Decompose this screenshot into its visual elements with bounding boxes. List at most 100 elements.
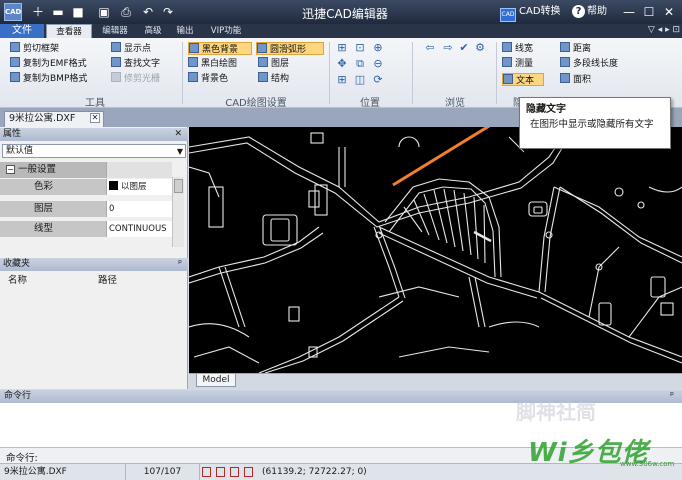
close-icon[interactable]: ✕ bbox=[660, 3, 678, 21]
app-title: 迅捷CAD编辑器 bbox=[302, 7, 388, 21]
grid-icon[interactable] bbox=[216, 467, 225, 477]
smooth-arcs-icon bbox=[257, 43, 267, 53]
tab-vip[interactable]: VIP功能 bbox=[204, 24, 248, 38]
document-tab-label: 9米拉公寓.DXF bbox=[9, 113, 76, 124]
cut-frame-button[interactable]: 剪切框架 bbox=[10, 42, 59, 55]
polar-icon[interactable] bbox=[244, 467, 253, 477]
structure-icon bbox=[258, 72, 268, 82]
group-label-tools: 工具 bbox=[85, 98, 105, 109]
favorites-column-name[interactable]: 名称 bbox=[8, 274, 27, 288]
command-header-label: 命令行 bbox=[4, 391, 32, 401]
properties-select-value: 默认值 bbox=[6, 146, 34, 156]
close-icon[interactable]: ✕ bbox=[90, 113, 100, 123]
print-icon[interactable]: ⎙ bbox=[118, 4, 134, 20]
property-key: 线型 bbox=[34, 223, 54, 234]
maximize-icon[interactable]: ☐ bbox=[640, 3, 658, 21]
pin-icon[interactable]: ᵖ bbox=[178, 258, 182, 271]
show-points-button[interactable]: 显示点 bbox=[111, 42, 151, 55]
property-value[interactable]: 0 bbox=[106, 201, 172, 217]
scrollbar-thumb[interactable] bbox=[174, 179, 183, 193]
group-label-browse: 浏览 bbox=[445, 98, 465, 109]
property-row[interactable]: 线型 CONTINUOUS bbox=[0, 221, 172, 237]
minimize-icon[interactable]: — bbox=[620, 3, 638, 21]
model-tab-bar bbox=[189, 373, 682, 389]
save-icon[interactable]: ■ bbox=[70, 4, 86, 20]
zoom-in-icon[interactable]: ⊕ bbox=[372, 42, 384, 54]
background-color-button[interactable]: 背景色 bbox=[188, 72, 228, 85]
zoom-window-icon[interactable]: ⊡ bbox=[354, 42, 366, 54]
zoom-out-icon[interactable]: ⊖ bbox=[372, 58, 384, 70]
back-arrow-icon[interactable]: ⇦ bbox=[424, 42, 436, 54]
tab-advanced[interactable]: 高级 bbox=[138, 24, 168, 38]
watermark-url: www.306w.com bbox=[620, 460, 675, 468]
tab-editor[interactable]: 编辑器 bbox=[94, 24, 136, 38]
property-key: 色彩 bbox=[34, 181, 54, 192]
ortho-icon[interactable] bbox=[230, 467, 239, 477]
group-separator bbox=[182, 42, 183, 104]
save-as-icon[interactable]: ▣ bbox=[96, 4, 112, 20]
command-input-label: 命令行: bbox=[6, 453, 38, 464]
open-folder-icon[interactable]: ▬ bbox=[50, 4, 66, 20]
favorites-column-path[interactable]: 路径 bbox=[98, 274, 117, 288]
black-background-toggle[interactable]: 黑色背景 bbox=[188, 42, 252, 55]
cad-convert-button[interactable]: CAD CAD转换 bbox=[500, 4, 566, 22]
polyline-length-button[interactable]: 多段线长度 bbox=[560, 57, 618, 70]
smooth-arcs-toggle[interactable]: 圆滑弧形 bbox=[256, 42, 324, 55]
3d-orbit-icon[interactable]: ◫ bbox=[354, 74, 366, 86]
group-label-position: 位置 bbox=[360, 98, 380, 109]
zoom-extents-icon[interactable]: ⊞ bbox=[336, 42, 348, 54]
forward-arrow-icon[interactable]: ⇨ bbox=[442, 42, 454, 54]
copy-emf-button[interactable]: 复制为EMF格式 bbox=[10, 57, 87, 70]
model-tab[interactable]: Model bbox=[196, 374, 236, 387]
watermark-logo: Wi乡包佬 www.306w.com bbox=[528, 432, 676, 468]
black-white-drawing-button[interactable]: 黑白绘图 bbox=[188, 57, 237, 70]
properties-scrollbar[interactable] bbox=[172, 177, 184, 247]
snap-icon[interactable] bbox=[202, 467, 211, 477]
floor-plan-drawing bbox=[189, 127, 682, 373]
tooltip-body: 在图形中显示或隐藏所有文字 bbox=[530, 119, 654, 130]
tooltip-title: 隐藏文字 bbox=[526, 104, 566, 115]
pan-icon[interactable]: ✥ bbox=[336, 58, 348, 70]
measure-button[interactable]: 测量 bbox=[502, 57, 533, 70]
fit-icon[interactable]: ⧉ bbox=[354, 58, 366, 70]
rotate-icon[interactable]: ⟳ bbox=[372, 74, 384, 86]
property-row[interactable]: 色彩 以图层 bbox=[0, 179, 172, 195]
status-pages: 107/107 bbox=[126, 464, 200, 480]
drawing-canvas[interactable] bbox=[189, 127, 682, 373]
undo-icon[interactable]: ↶ bbox=[140, 4, 156, 20]
grid-view-icon[interactable]: ⊞ bbox=[336, 74, 348, 86]
settings-icon[interactable]: ⚙ bbox=[474, 42, 486, 54]
check-icon[interactable]: ✔ bbox=[458, 42, 470, 54]
status-file: 9米拉公寓.DXF bbox=[0, 464, 126, 480]
show-points-icon bbox=[111, 42, 121, 52]
ribbon-controls[interactable]: ▽ ◂ ▸ ⊡ bbox=[614, 25, 680, 37]
status-coordinates: (61139.2; 72722.27; 0) bbox=[262, 467, 367, 477]
help-icon: ? bbox=[572, 5, 585, 18]
close-icon[interactable]: ✕ bbox=[174, 128, 182, 141]
text-toggle[interactable]: 文本 bbox=[502, 73, 544, 86]
property-section-general[interactable]: − 一般设置 bbox=[0, 162, 172, 178]
collapse-icon[interactable]: − bbox=[6, 165, 15, 174]
properties-select[interactable]: 默认值 ▼ bbox=[2, 144, 186, 158]
distance-button[interactable]: 距离 bbox=[560, 42, 591, 55]
redo-icon[interactable]: ↷ bbox=[160, 4, 176, 20]
line-width-button[interactable]: 线宽 bbox=[502, 42, 533, 55]
tooltip-hide-text: 隐藏文字 在图形中显示或隐藏所有文字 bbox=[519, 97, 671, 149]
copy-bmp-button[interactable]: 复制为BMP格式 bbox=[10, 72, 87, 85]
find-text-button[interactable]: 查找文字 bbox=[111, 57, 160, 70]
tab-viewer[interactable]: 查看器 bbox=[46, 24, 92, 38]
area-button[interactable]: 面积 bbox=[560, 73, 591, 86]
property-row[interactable]: 图层 0 bbox=[0, 201, 172, 217]
structure-button[interactable]: 结构 bbox=[258, 72, 289, 85]
property-value[interactable]: 以图层 bbox=[106, 179, 172, 195]
layers-button[interactable]: 图层 bbox=[258, 57, 289, 70]
tab-file[interactable]: 文件 bbox=[0, 24, 44, 38]
favorites-title: 收藏夹 bbox=[3, 259, 31, 269]
annotation-arrow bbox=[392, 127, 491, 187]
tab-output[interactable]: 输出 bbox=[170, 24, 200, 38]
new-file-icon[interactable]: ＋ bbox=[30, 4, 46, 20]
help-button[interactable]: ? 帮助 bbox=[572, 4, 616, 20]
trim-raster-button[interactable]: 修剪光栅 bbox=[111, 72, 160, 85]
property-value[interactable]: CONTINUOUS bbox=[106, 221, 172, 237]
document-tab[interactable]: 9米拉公寓.DXF ✕ bbox=[4, 111, 104, 127]
